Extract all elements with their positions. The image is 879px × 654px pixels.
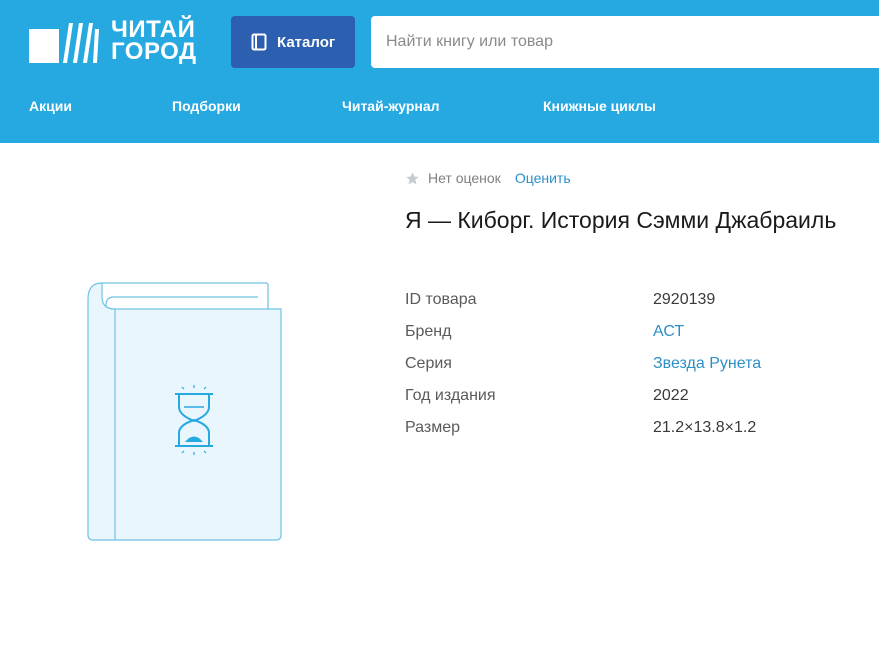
series-link[interactable]: Звезда Рунета <box>653 353 761 375</box>
book-icon <box>251 33 267 51</box>
catalog-button-label: Каталог <box>277 33 336 51</box>
property-label: Год издания <box>405 387 496 404</box>
property-label: ID товара <box>405 291 477 308</box>
logo[interactable]: ЧИТАЙ ГОРОД <box>29 18 199 65</box>
logo-text: ЧИТАЙ ГОРОД <box>111 18 197 65</box>
product-title: Я — Киборг. История Сэмми Джабраиль <box>405 207 837 233</box>
nav-item-collections[interactable]: Подборки <box>172 98 241 114</box>
property-row-size: Размер 21.2×13.8×1.2 <box>405 417 845 449</box>
property-value: 2920139 <box>653 291 716 308</box>
rate-link[interactable]: Оценить <box>515 170 571 186</box>
nav-item-promotions[interactable]: Акции <box>29 98 72 114</box>
property-label: Серия <box>405 355 452 372</box>
property-value: 21.2×13.8×1.2 <box>653 419 757 436</box>
nav-item-journal[interactable]: Читай-журнал <box>342 98 440 114</box>
brand-link[interactable]: АСТ <box>653 321 684 343</box>
property-label: Размер <box>405 419 460 436</box>
property-value: 2022 <box>653 387 689 404</box>
catalog-button[interactable]: Каталог <box>231 16 355 68</box>
property-row-brand: Бренд АСТ <box>405 321 845 353</box>
nav-item-book-series[interactable]: Книжные циклы <box>543 98 656 114</box>
product-properties: ID товара 2920139 Бренд АСТ Серия Звезда… <box>405 289 845 449</box>
property-row-id: ID товара 2920139 <box>405 289 845 321</box>
property-label: Бренд <box>405 323 452 340</box>
logo-line-2: ГОРОД <box>111 38 197 65</box>
book-cover-placeholder <box>86 281 284 543</box>
no-rating-text: Нет оценок <box>428 170 501 186</box>
rating-block: Нет оценок Оценить <box>405 170 571 186</box>
property-row-series: Серия Звезда Рунета <box>405 353 845 385</box>
search-input[interactable] <box>371 16 879 68</box>
star-icon <box>405 171 420 186</box>
property-row-year: Год издания 2022 <box>405 385 845 417</box>
site-header: ЧИТАЙ ГОРОД Каталог Акции Подборки Читай… <box>0 0 879 143</box>
logo-mark-icon <box>29 23 99 63</box>
